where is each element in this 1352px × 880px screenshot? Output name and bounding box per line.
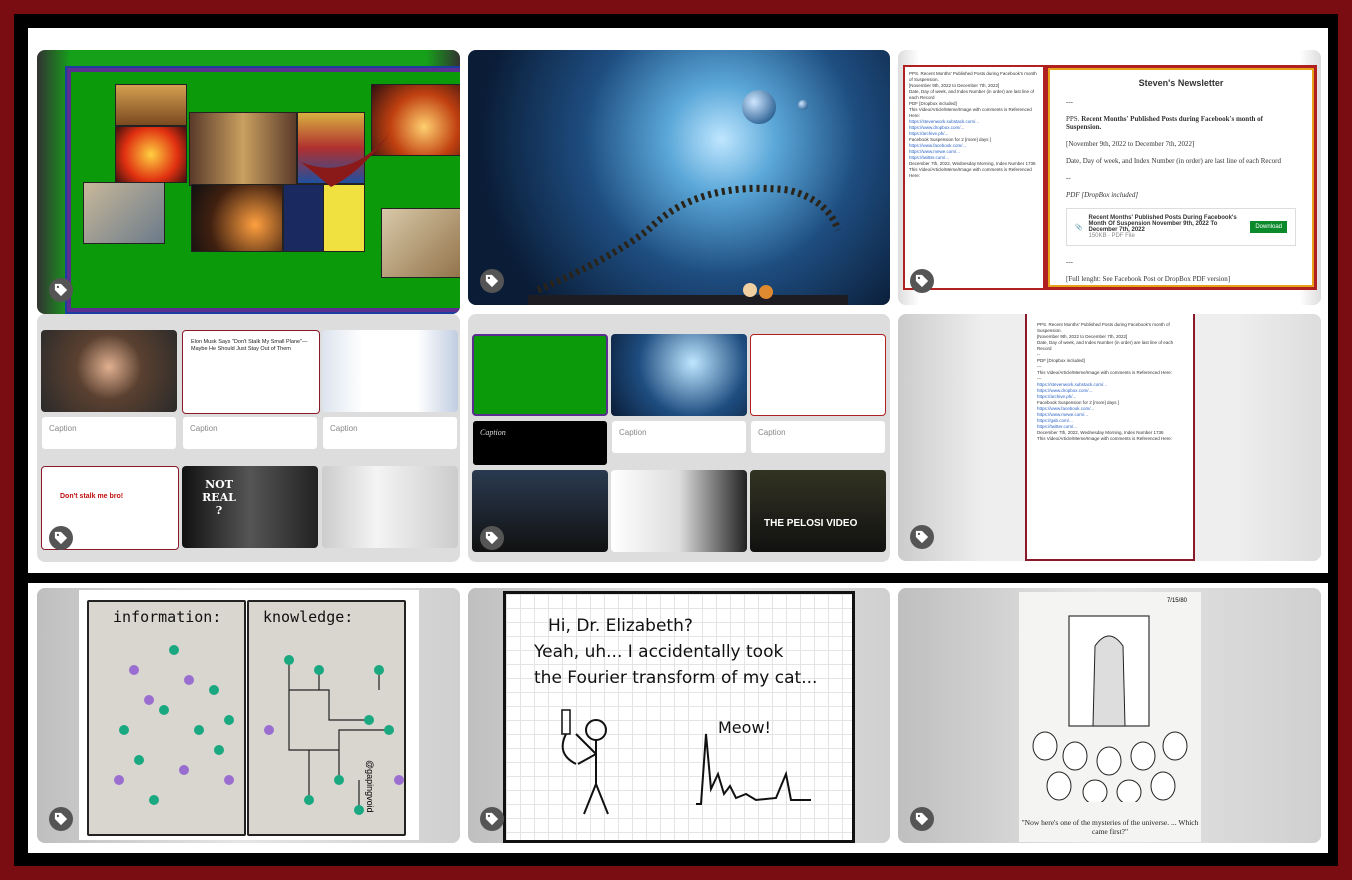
- pdf-attachment[interactable]: 📎 Recent Months' Published Posts During …: [1066, 208, 1296, 246]
- tag-icon[interactable]: [480, 526, 504, 550]
- collage-image: [67, 68, 460, 312]
- tag-icon[interactable]: [480, 269, 504, 293]
- image-thumbnail: NOT REAL ?: [182, 466, 318, 548]
- newsletter-thumbnail: PPS. Recent Months' Published Posts duri…: [903, 65, 1045, 290]
- image-card-information-knowledge[interactable]: information: knowledge: @gapingvoid: [37, 588, 460, 843]
- chicken-egg-comic-image: 7/15/80 "Now here's one of the mysteries…: [1019, 592, 1201, 842]
- gallery-panel-top: PPS. Recent Months' Published Posts duri…: [28, 28, 1328, 573]
- paperclip-icon: 📎: [1075, 224, 1083, 231]
- tag-icon[interactable]: [480, 807, 504, 831]
- newsletter-thumbnail: [750, 334, 886, 416]
- video-thumbnail: [611, 470, 747, 552]
- newsletter-preview: Steven's Newsletter --- PPS. Recent Mont…: [1045, 65, 1317, 290]
- comic-thumbnail: [322, 466, 458, 548]
- article-thumbnail: Elon Musk Says "Don't Stalk My Small Pla…: [182, 330, 320, 414]
- space-thumbnail: [611, 334, 747, 416]
- tag-icon[interactable]: [910, 269, 934, 293]
- tag-icon[interactable]: [49, 526, 73, 550]
- caption-field[interactable]: Caption: [472, 420, 608, 466]
- caption-field[interactable]: Caption: [322, 416, 458, 450]
- download-button[interactable]: Download: [1250, 221, 1287, 233]
- video-thumbnail: THE PELOSI VIDEO: [750, 470, 886, 552]
- image-card-fourier-comic[interactable]: Hi, Dr. Elizabeth? Yeah, uh... I acciden…: [468, 588, 890, 843]
- image-card-chicken-egg-comic[interactable]: 7/15/80 "Now here's one of the mysteries…: [898, 588, 1321, 843]
- information-knowledge-image: information: knowledge: @gapingvoid: [79, 590, 419, 840]
- caption-field[interactable]: Caption: [41, 416, 177, 450]
- newsletter-title: Steven's Newsletter: [1138, 78, 1224, 88]
- video-thumbnail: [41, 330, 177, 412]
- image-card-newsletter[interactable]: PPS. Recent Months' Published Posts duri…: [898, 50, 1321, 305]
- caption-field[interactable]: Caption: [611, 420, 747, 454]
- gallery-panel-bottom: information: knowledge: @gapingvoid Hi, …: [28, 583, 1328, 853]
- tag-icon[interactable]: [49, 807, 73, 831]
- fourier-comic-image: Hi, Dr. Elizabeth? Yeah, uh... I acciden…: [503, 591, 855, 843]
- image-card-gallery-1[interactable]: Elon Musk Says "Don't Stalk My Small Pla…: [37, 314, 460, 562]
- image-card-space[interactable]: [468, 50, 890, 305]
- meme-thumbnail: [322, 330, 458, 412]
- image-card-document[interactable]: PPS. Recent Months' Published Posts duri…: [898, 314, 1321, 561]
- image-card-collage[interactable]: [37, 50, 460, 314]
- tag-icon[interactable]: [910, 807, 934, 831]
- tag-icon[interactable]: [49, 278, 73, 302]
- collage-thumbnail: [472, 334, 608, 416]
- caption-field[interactable]: Caption: [750, 420, 886, 454]
- image-card-gallery-2[interactable]: Caption Caption Caption THE PELOSI VIDEO: [468, 314, 890, 562]
- caption-field[interactable]: Caption: [182, 416, 318, 450]
- tag-icon[interactable]: [910, 525, 934, 549]
- document-image: PPS. Recent Months' Published Posts duri…: [1025, 314, 1195, 561]
